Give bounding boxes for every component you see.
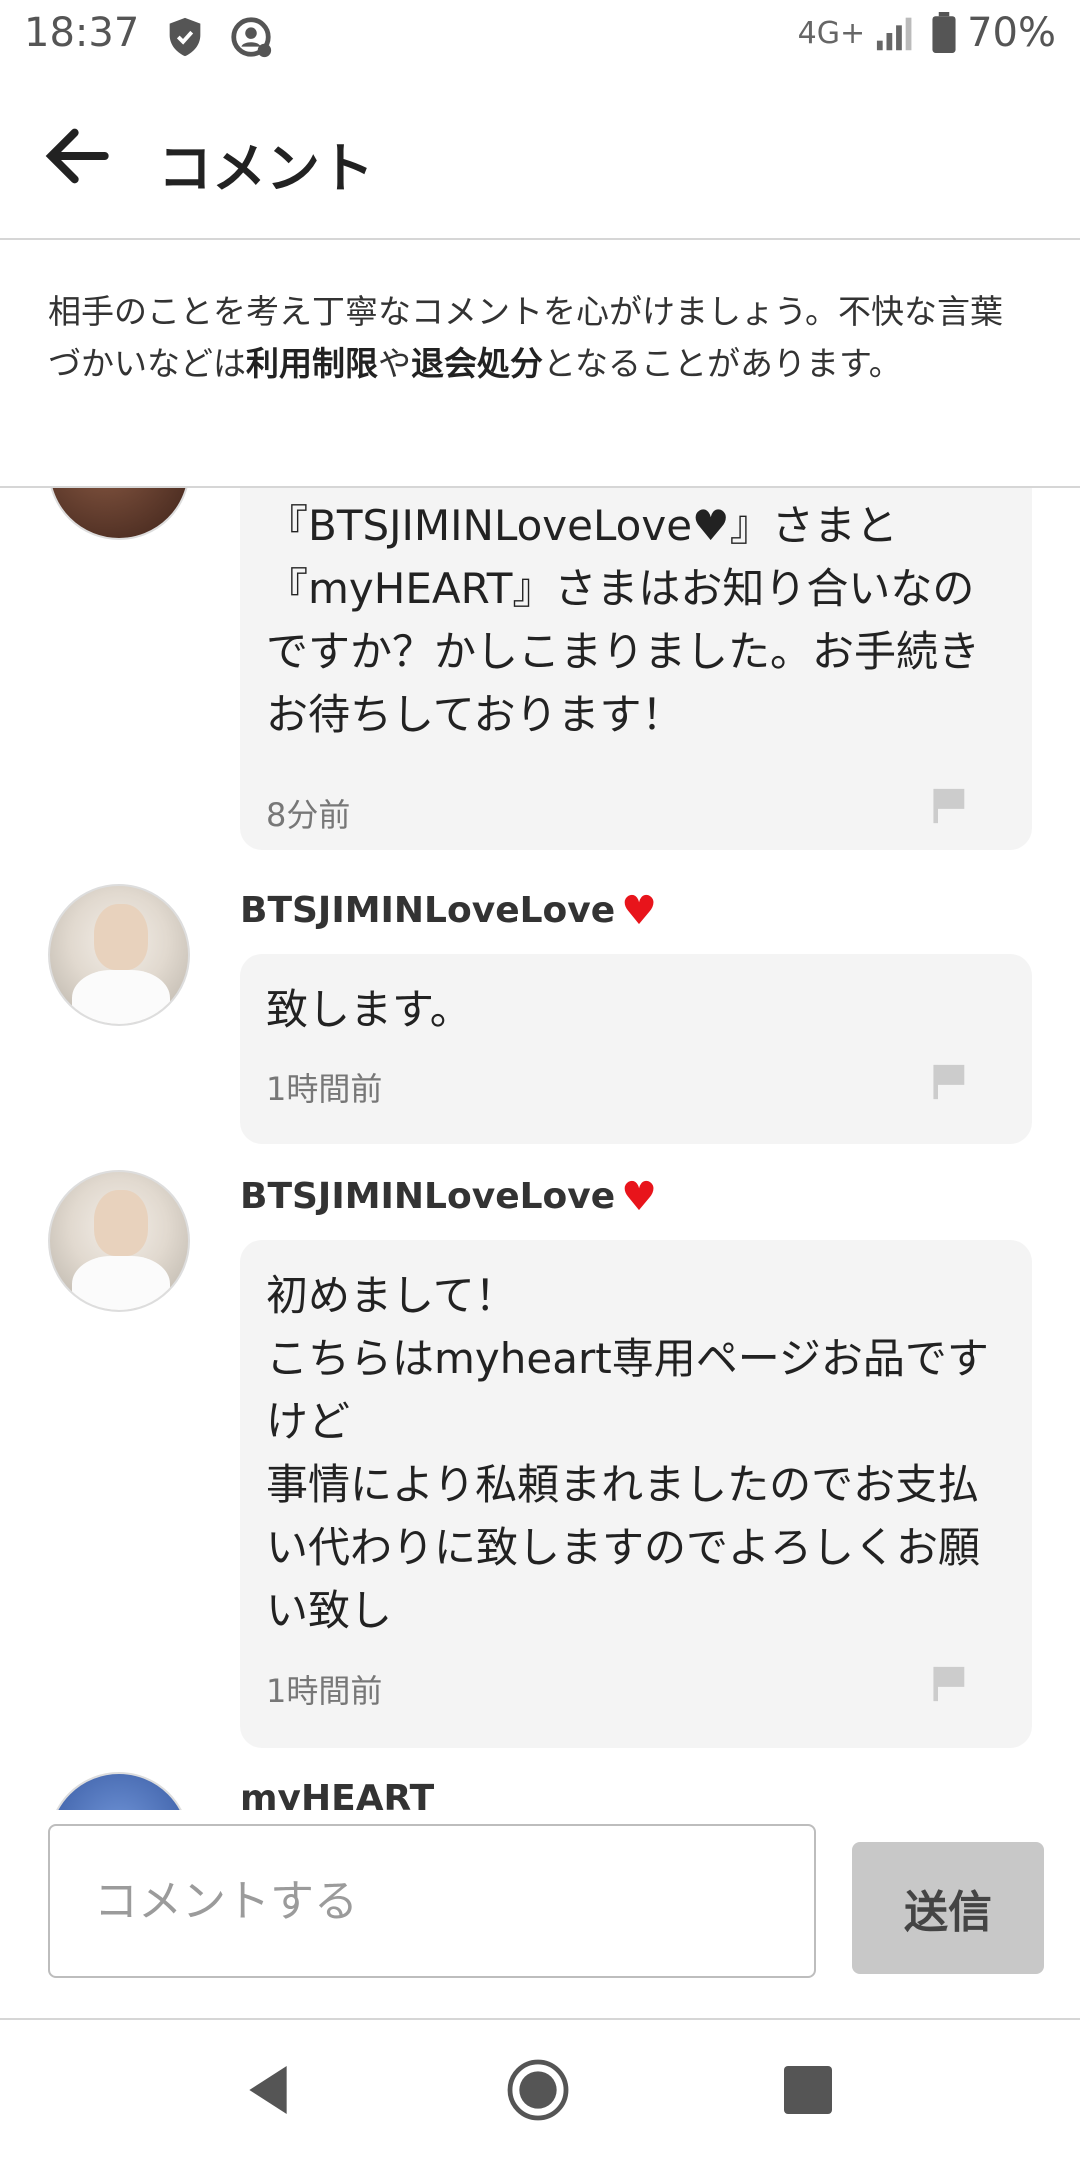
avatar[interactable] bbox=[48, 488, 190, 540]
back-arrow-icon[interactable] bbox=[38, 116, 118, 196]
avatar[interactable] bbox=[48, 1772, 190, 1810]
page-title: コメント bbox=[158, 137, 374, 200]
username-text: myHEART bbox=[240, 1778, 435, 1810]
avatar[interactable] bbox=[48, 1170, 190, 1312]
comment-username[interactable]: BTSJIMINLoveLove ♥ bbox=[240, 890, 657, 931]
notice-text: 相手のことを考え丁寧なコメントを心がけましょう。不快な言葉づかいなどは利用制限や… bbox=[48, 286, 1028, 390]
status-bar: 18:37 4G+ 70% bbox=[0, 0, 1080, 74]
avatar[interactable] bbox=[48, 884, 190, 1026]
nav-recents-icon[interactable] bbox=[776, 2058, 840, 2122]
status-right: 4G+ 70% bbox=[798, 10, 1056, 56]
heart-icon: ♥ bbox=[621, 887, 658, 934]
comment-time: 1時間前 bbox=[266, 1672, 383, 1710]
comment-time: 8分前 bbox=[266, 796, 351, 834]
report-flag-icon[interactable] bbox=[932, 1664, 968, 1704]
comment-list[interactable]: 『BTSJIMINLoveLove♥』さまと『myHEART』さまはお知り合いな… bbox=[0, 488, 1080, 1810]
guideline-notice: 相手のことを考え丁寧なコメントを心がけましょう。不快な言葉づかいなどは利用制限や… bbox=[0, 240, 1080, 488]
comment-username[interactable]: BTSJIMINLoveLove ♥ bbox=[240, 1176, 657, 1217]
comment-bubble: 『BTSJIMINLoveLove♥』さまと『myHEART』さまはお知り合いな… bbox=[240, 488, 1032, 850]
comment-input-area: 送信 bbox=[0, 1810, 1080, 2020]
comment-text: 致します。 bbox=[266, 985, 472, 1034]
comment-input[interactable] bbox=[48, 1824, 816, 1978]
report-flag-icon[interactable] bbox=[932, 1062, 968, 1102]
comment-text: 初めまして！ こちらはmyheart専用ページお品ですけど 事情により私頼まれま… bbox=[266, 1271, 989, 1635]
notice-text-part: となることがあります。 bbox=[543, 344, 902, 383]
comment-bubble: 初めまして！ こちらはmyheart専用ページお品ですけど 事情により私頼まれま… bbox=[240, 1240, 1032, 1748]
notice-text-part: や bbox=[378, 344, 411, 383]
comment-bubble: 致します。 1時間前 bbox=[240, 954, 1032, 1144]
send-button[interactable]: 送信 bbox=[852, 1842, 1044, 1974]
username-text: BTSJIMINLoveLove bbox=[240, 1176, 616, 1217]
status-time: 18:37 bbox=[24, 10, 140, 56]
heart-icon: ♥ bbox=[621, 1173, 658, 1220]
signal-icon bbox=[877, 17, 912, 51]
system-nav-bar bbox=[0, 2020, 1080, 2160]
network-type: 4G+ bbox=[797, 15, 866, 51]
battery-level: 70% bbox=[967, 10, 1056, 56]
username-text: BTSJIMINLoveLove bbox=[240, 890, 616, 931]
sync-person-icon bbox=[231, 17, 272, 58]
shield-icon bbox=[169, 17, 201, 57]
app-bar: コメント bbox=[0, 74, 1080, 240]
notice-bold-usage-limit: 利用制限 bbox=[246, 344, 378, 383]
comment-time: 1時間前 bbox=[266, 1070, 383, 1108]
nav-back-icon[interactable] bbox=[236, 2058, 300, 2122]
report-flag-icon[interactable] bbox=[932, 786, 968, 826]
comment-username[interactable]: myHEART bbox=[240, 1778, 434, 1810]
nav-home-icon[interactable] bbox=[506, 2058, 570, 2122]
notice-bold-withdrawal: 退会処分 bbox=[411, 344, 543, 383]
battery-icon bbox=[932, 12, 956, 53]
comment-text: 『BTSJIMINLoveLove♥』さまと『myHEART』さまはお知り合いな… bbox=[266, 501, 981, 739]
